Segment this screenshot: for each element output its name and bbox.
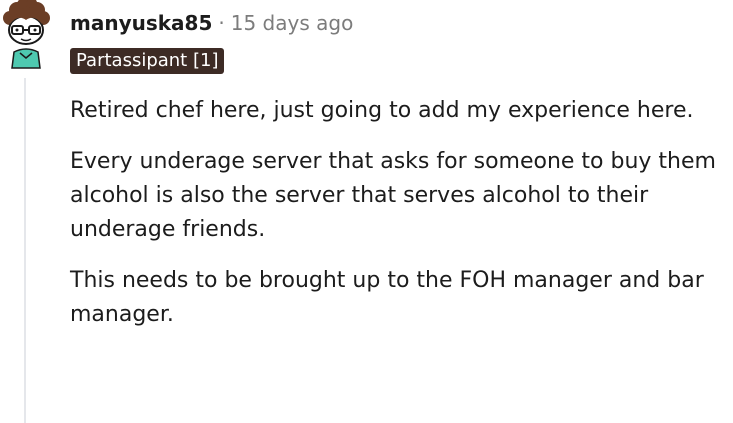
comment-header: manyuska85 · 15 days ago [70, 8, 353, 38]
user-flair: Partassipant [1] [70, 48, 225, 74]
comment-paragraph: Retired chef here, just going to add my … [70, 98, 694, 123]
avatar[interactable] [0, 0, 52, 70]
username-link[interactable]: manyuska85 [70, 11, 212, 35]
comment-paragraph: Every underage server that asks for some… [70, 149, 716, 242]
comment-body: Retired chef here, just going to add my … [70, 94, 730, 349]
thread-line[interactable] [24, 78, 26, 423]
comment: manyuska85 · 15 days ago Partassipant [1… [0, 0, 733, 423]
meta-separator: · [218, 11, 225, 35]
timestamp-link[interactable]: 15 days ago [231, 11, 354, 35]
avatar-icon [3, 0, 50, 69]
comment-paragraph: This needs to be brought up to the FOH m… [70, 268, 704, 327]
